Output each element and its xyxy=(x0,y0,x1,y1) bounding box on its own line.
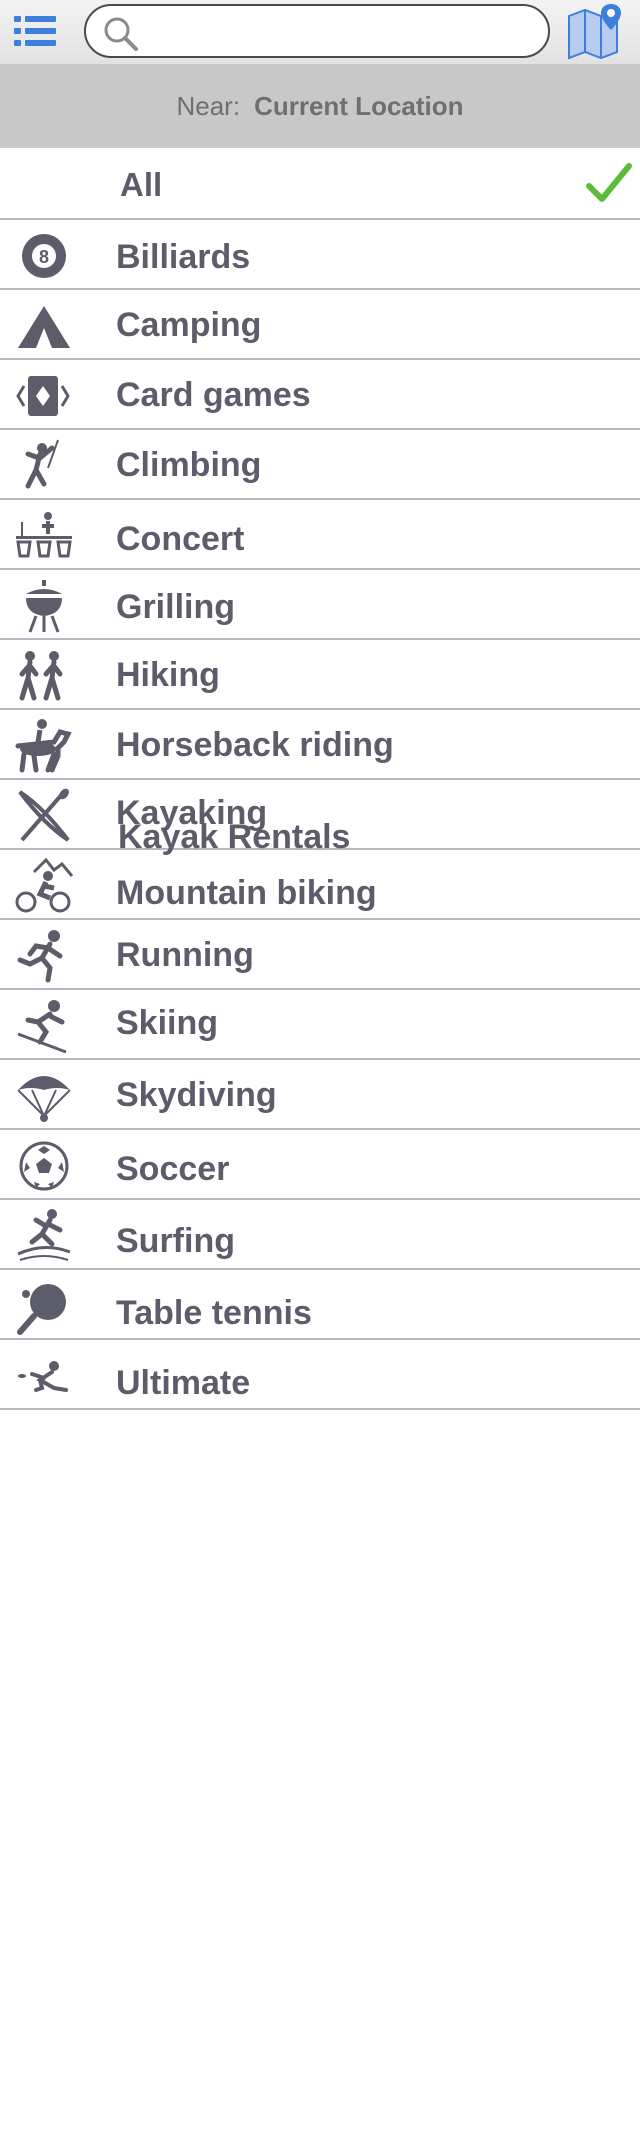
list-item-label: Skiing xyxy=(116,1004,219,1042)
list-icon xyxy=(14,16,56,46)
horse-rider-icon xyxy=(14,718,74,774)
list-item-label: Ultimate xyxy=(116,1364,251,1402)
list-item-label: All xyxy=(120,166,163,203)
list-item-grilling[interactable]: Grilling xyxy=(0,570,640,640)
climber-icon xyxy=(14,438,74,494)
list-item-skydiving[interactable]: Skydiving xyxy=(0,1060,640,1130)
list-item-skiing[interactable]: Skiing xyxy=(0,990,640,1060)
list-item-label: Card games xyxy=(116,376,311,414)
list-item-camping[interactable]: Camping xyxy=(0,290,640,360)
list-item-mountain-biking[interactable]: Mountain biking xyxy=(0,850,640,920)
list-item-label: Skydiving xyxy=(116,1076,277,1114)
current-location-value[interactable]: Current Location xyxy=(254,91,463,122)
list-item-kayak-rentals[interactable]: Kayak Rentals xyxy=(118,818,350,857)
list-item-label: Hiking xyxy=(116,656,220,694)
list-item-label: Camping xyxy=(116,306,262,344)
list-item-label: Billiards xyxy=(116,238,251,276)
grill-icon xyxy=(14,578,74,634)
list-item-label: Horseback riding xyxy=(116,726,394,764)
list-item-label: Surfing xyxy=(116,1222,235,1260)
list-item-label: Concert xyxy=(116,520,245,558)
search-icon xyxy=(104,17,138,51)
list-item-label: Running xyxy=(116,936,254,974)
list-item-label: Mountain biking xyxy=(116,874,377,912)
list-item-label: Table tennis xyxy=(116,1294,312,1332)
map-view-button[interactable] xyxy=(565,2,627,60)
list-item-label: Soccer xyxy=(116,1150,230,1188)
list-item-concert[interactable]: Concert xyxy=(0,500,640,570)
ping-pong-paddle-icon xyxy=(14,1280,74,1336)
soccer-ball-icon xyxy=(14,1138,74,1194)
list-item-climbing[interactable]: Climbing xyxy=(0,430,640,500)
search-input[interactable] xyxy=(148,12,532,52)
list-item-label: Climbing xyxy=(116,446,262,484)
near-location-bar[interactable]: Near: Current Location xyxy=(0,65,640,148)
checkmark-icon xyxy=(586,163,632,202)
runner-icon xyxy=(14,928,74,984)
concert-stage-icon xyxy=(14,510,74,566)
surfer-icon xyxy=(14,1208,74,1264)
list-item-ultimate[interactable]: Ultimate xyxy=(0,1340,640,1410)
list-view-button[interactable] xyxy=(12,13,60,49)
list-item-surfing[interactable]: Surfing xyxy=(0,1200,640,1270)
tent-icon xyxy=(14,298,74,354)
list-item-soccer[interactable]: Soccer xyxy=(0,1130,640,1200)
list-item-card-games[interactable]: Card games xyxy=(0,360,640,430)
svg-text:8: 8 xyxy=(39,247,49,267)
kayak-paddle-icon xyxy=(14,788,74,844)
list-item-running[interactable]: Running xyxy=(0,920,640,990)
near-label: Near: xyxy=(176,91,241,121)
hikers-icon xyxy=(14,648,74,704)
list-item-hiking[interactable]: Hiking xyxy=(0,640,640,710)
top-toolbar xyxy=(0,0,640,65)
list-item-label: Grilling xyxy=(116,588,235,626)
mountain-biker-icon xyxy=(14,857,74,914)
list-item-table-tennis[interactable]: Table tennis xyxy=(0,1270,640,1340)
list-item-billiards[interactable]: 8 Billiards xyxy=(0,220,640,290)
skier-icon xyxy=(14,998,74,1054)
billiards-8-ball-icon: 8 xyxy=(14,228,74,284)
playing-cards-icon xyxy=(14,368,74,424)
ultimate-frisbee-icon xyxy=(14,1348,74,1404)
search-field[interactable] xyxy=(84,4,550,58)
list-item-horseback-riding[interactable]: Horseback riding xyxy=(0,710,640,780)
list-item-all[interactable]: All xyxy=(0,148,640,220)
map-pin-icon xyxy=(568,4,621,60)
parachute-icon xyxy=(14,1068,74,1124)
